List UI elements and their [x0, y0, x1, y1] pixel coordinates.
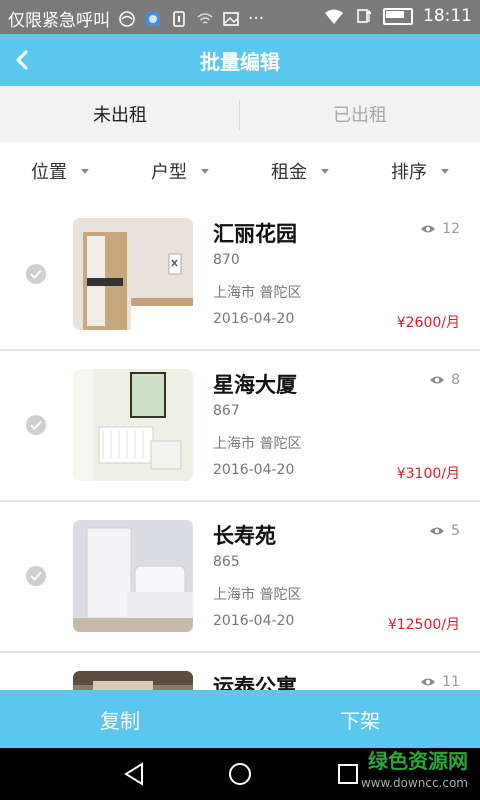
eye-icon — [430, 527, 445, 535]
listing-item[interactable]: 星海大厦 867 上海市 普陀区 2016-04-20 8 ¥3100/月 — [0, 351, 480, 502]
listing-location: 上海市 普陀区 — [213, 285, 302, 301]
recents-square-icon[interactable] — [334, 760, 362, 788]
copy-button[interactable]: 复制 — [0, 690, 240, 748]
select-checkbox[interactable] — [26, 264, 46, 284]
data-icon — [357, 9, 372, 23]
clock: 18:11 — [423, 6, 472, 26]
tab-rented[interactable]: 已出租 — [240, 86, 480, 142]
listing-list: 汇丽花园 870 上海市 普陀区 2016-04-20 12 ¥2600/月 星… — [0, 200, 480, 690]
caret-down-icon — [201, 168, 209, 174]
filter-bar: 位置 户型 租金 排序 — [0, 142, 480, 200]
filter-sort[interactable]: 排序 — [360, 142, 480, 200]
filter-rent[interactable]: 租金 — [240, 142, 360, 200]
watermark-text: 绿色资源网 — [368, 749, 468, 773]
eye-icon — [421, 678, 436, 686]
listing-name: 长寿苑 — [213, 524, 276, 548]
view-count-value: 12 — [442, 221, 460, 237]
eye-icon — [430, 376, 445, 384]
bottom-action-bar: 复制 下架 — [0, 690, 480, 748]
listing-item[interactable]: 汇丽花园 870 上海市 普陀区 2016-04-20 12 ¥2600/月 — [0, 200, 480, 351]
view-count-value: 11 — [442, 674, 460, 690]
listing-location: 上海市 普陀区 — [213, 587, 302, 603]
take-offline-button[interactable]: 下架 — [240, 690, 480, 748]
caret-down-icon — [441, 168, 449, 174]
filter-location[interactable]: 位置 — [0, 142, 120, 200]
listing-date: 2016-04-20 — [213, 613, 295, 629]
select-checkbox[interactable] — [26, 415, 46, 435]
listing-name: 星海大厦 — [213, 373, 297, 397]
eye-icon — [421, 225, 436, 233]
view-count: 12 — [420, 221, 460, 237]
view-count: 5 — [429, 523, 460, 539]
listing-photo — [73, 369, 193, 481]
rental-status-tabs: 未出租 已出租 — [0, 86, 480, 142]
listing-date: 2016-04-20 — [213, 311, 295, 327]
filter-label: 排序 — [391, 162, 427, 183]
listing-code: 870 — [213, 252, 240, 268]
filter-label: 户型 — [151, 162, 187, 183]
weather-icon — [146, 11, 160, 26]
filter-label: 租金 — [271, 162, 307, 183]
listing-name: 汇丽花园 — [213, 222, 297, 246]
listing-location: 上海市 普陀区 — [213, 436, 302, 452]
check-icon — [30, 571, 42, 581]
view-count-value: 8 — [451, 372, 460, 388]
wifi-icon — [325, 9, 343, 24]
listing-item[interactable]: 长寿苑 865 上海市 普陀区 2016-04-20 5 ¥12500/月 — [0, 502, 480, 653]
view-count-value: 5 — [451, 523, 460, 539]
more-indicator: ··· — [248, 8, 265, 29]
watermark: 绿色资源网 www.downcc.com — [361, 750, 468, 794]
view-count: 11 — [420, 674, 460, 690]
listing-code: 867 — [213, 403, 240, 419]
view-count: 8 — [429, 372, 460, 388]
back-triangle-icon[interactable] — [120, 760, 148, 788]
check-icon — [30, 420, 42, 430]
check-icon — [30, 269, 42, 279]
watermark-url: www.downcc.com — [360, 776, 468, 790]
header-bar: 批量编辑 — [0, 34, 480, 86]
carrier-text: 仅限紧急呼叫 — [8, 11, 110, 31]
sim-card-icon — [173, 10, 185, 27]
image-icon — [223, 11, 239, 26]
listing-code: 865 — [213, 554, 240, 570]
sim-icon — [119, 10, 135, 27]
listing-item[interactable]: 运泰公寓 11 — [0, 653, 480, 690]
filter-layout[interactable]: 户型 — [120, 142, 240, 200]
tab-divider — [239, 100, 240, 130]
select-checkbox[interactable] — [26, 566, 46, 586]
battery-icon — [383, 7, 413, 25]
listing-price: ¥12500/月 — [387, 617, 460, 633]
filter-label: 位置 — [31, 162, 67, 183]
status-bar: 仅限紧急呼叫 ··· 18:11 — [0, 0, 480, 34]
caret-down-icon — [321, 168, 329, 174]
page-title: 批量编辑 — [200, 50, 280, 74]
listing-name: 运泰公寓 — [213, 675, 297, 690]
listing-photo — [73, 520, 193, 632]
listing-date: 2016-04-20 — [213, 462, 295, 478]
listing-photo — [73, 671, 193, 690]
listing-photo — [73, 218, 193, 330]
listing-price: ¥2600/月 — [396, 315, 460, 331]
tab-not-rented[interactable]: 未出租 — [0, 86, 240, 142]
listing-price: ¥3100/月 — [396, 466, 460, 482]
home-circle-icon[interactable] — [226, 760, 254, 788]
caret-down-icon — [81, 168, 89, 174]
wifi-off-icon — [197, 12, 213, 24]
